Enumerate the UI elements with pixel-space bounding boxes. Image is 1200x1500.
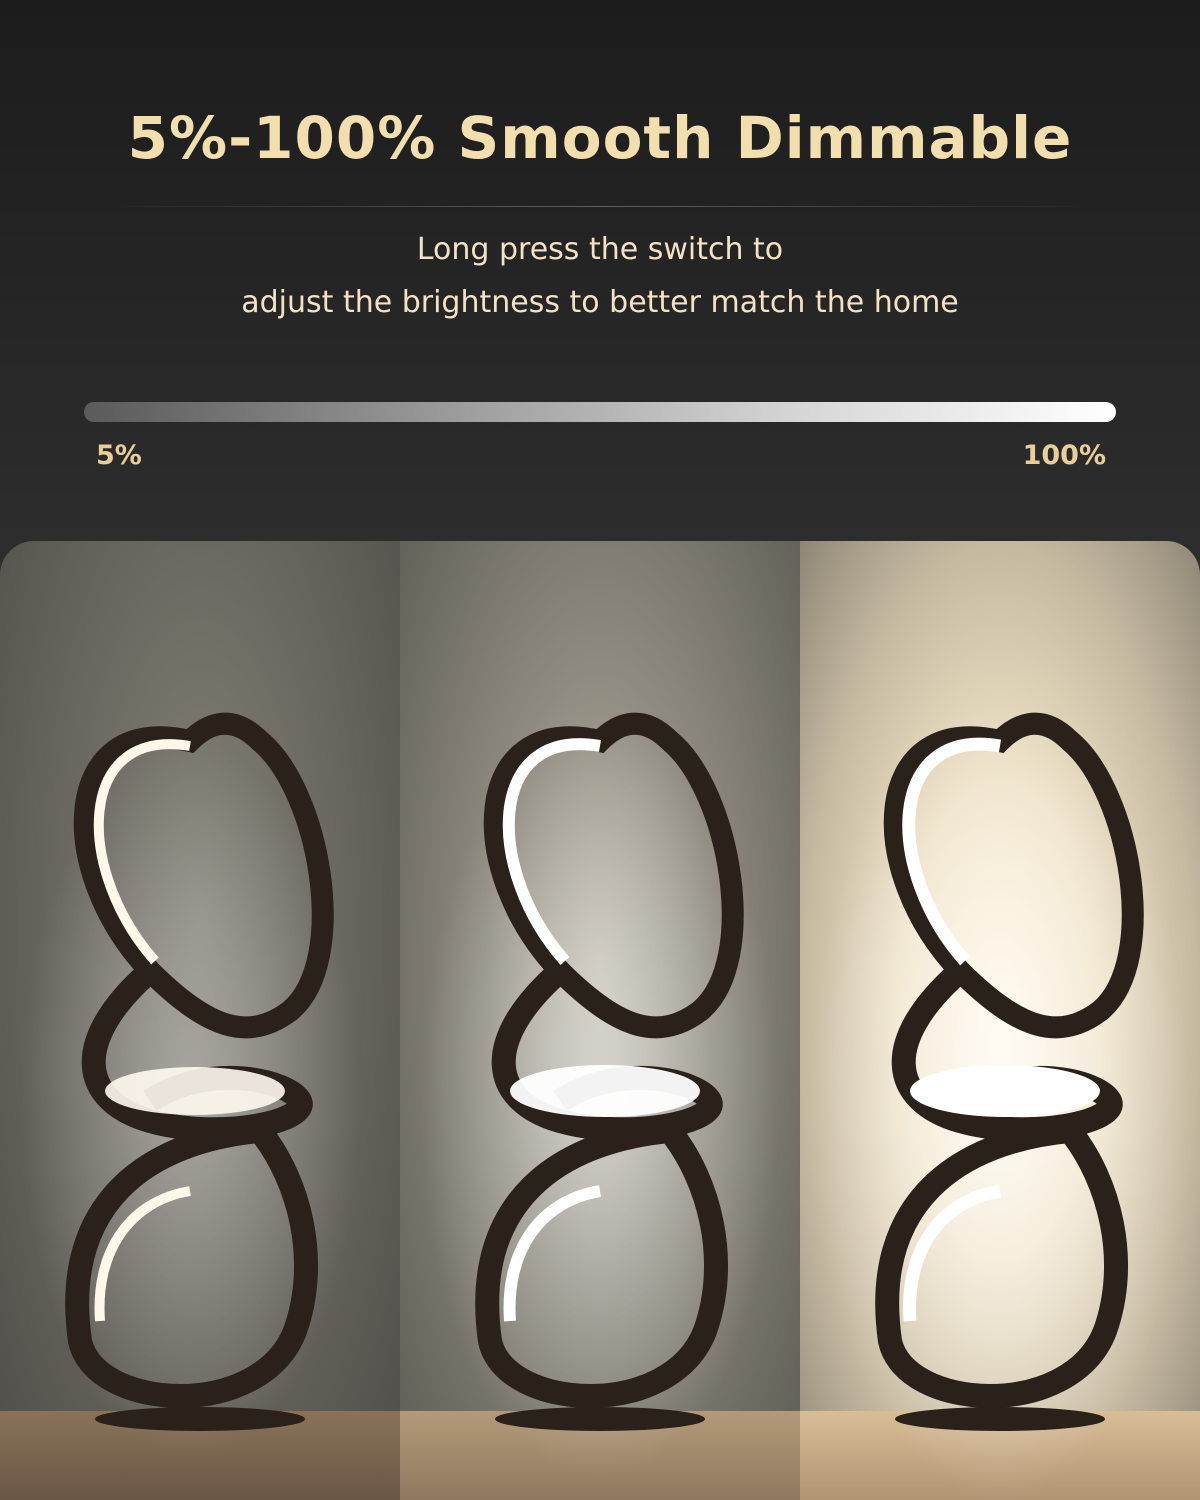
spiral-lamp-image [810, 701, 1190, 1500]
subtitle-line-2: adjust the brightness to better match th… [241, 285, 959, 320]
brightness-max-label: 100% [1022, 440, 1106, 471]
lamp-photo-bright [800, 541, 1200, 1500]
subtitle-line-1: Long press the switch to [416, 232, 784, 267]
lamp-photo-dim [0, 541, 400, 1500]
lamp-photo-medium [400, 541, 800, 1500]
brightness-bar-fill [84, 402, 1116, 422]
brightness-min-label: 5% [96, 440, 142, 471]
lamp-photo-strip [0, 541, 1200, 1500]
spiral-lamp-image [420, 712, 780, 1481]
headline-title: 5%-100% Smooth Dimmable [127, 104, 1073, 172]
spiral-lamp-image [20, 712, 360, 1461]
brightness-bar [84, 402, 1116, 422]
divider-line [110, 206, 1090, 207]
